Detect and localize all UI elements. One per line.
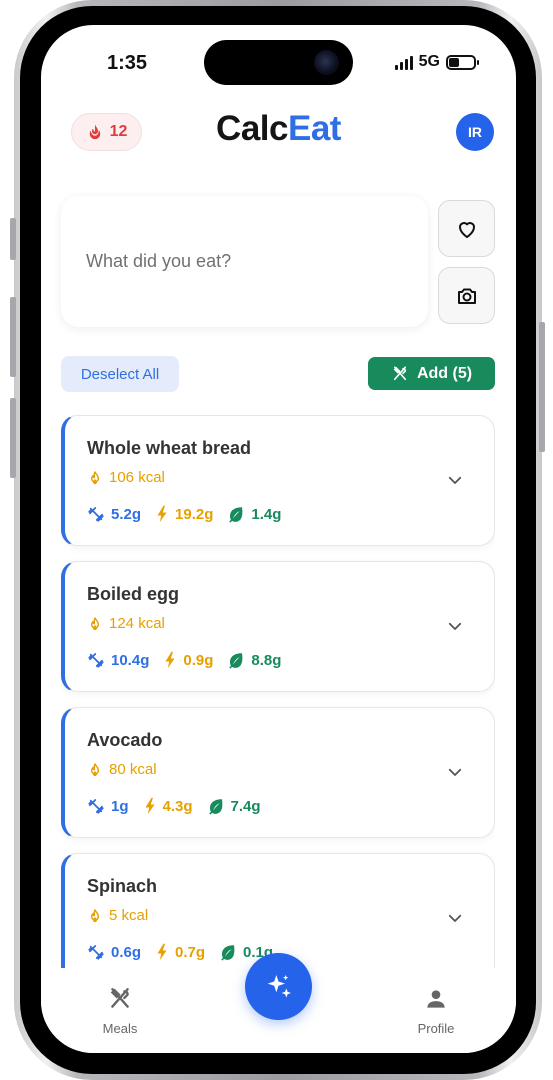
macros-row: 10.4g 0.9g 8.8g [87,651,281,669]
calories-value: 124 kcal [109,615,165,632]
flame-outline-icon [90,616,100,630]
network-type: 5G [418,53,440,70]
carbs-macro: 0.7g [155,943,205,961]
protein-macro: 1g [87,797,129,815]
deselect-all-button[interactable]: Deselect All [61,356,179,392]
dumbbell-icon [88,945,104,960]
power-button [539,322,545,452]
food-card[interactable]: Whole wheat bread 106 kcal 5.2g 19.2g 1.4g [61,415,495,546]
lightning-icon [157,943,167,961]
carbs-macro: 4.3g [143,797,193,815]
protein-macro: 5.2g [87,505,141,523]
food-card[interactable]: Avocado 80 kcal 1g 4.3g 7.4g [61,707,495,838]
food-calories: 106 kcal [87,469,165,486]
app-screen: 1:35 5G 12 CalcEat IR Deselect All Add (… [41,25,516,1053]
add-button[interactable]: Add (5) [368,357,495,390]
calories-value: 106 kcal [109,469,165,486]
carbs-value: 0.9g [183,651,214,669]
utensils-icon [110,988,129,1008]
person-icon [427,990,445,1008]
nav-meals[interactable]: Meals [80,986,160,1036]
battery-icon [446,54,479,70]
camera-lens [314,50,339,75]
food-input[interactable] [61,196,428,327]
leaf-icon [229,507,243,523]
leaf-icon [221,945,235,961]
status-indicators: 5G [394,53,479,71]
add-button-label: Add (5) [416,364,473,382]
carbs-macro: 19.2g [155,505,213,523]
chevron-down-icon[interactable] [446,471,464,489]
nav-profile-label: Profile [417,1021,455,1036]
food-name: Spinach [87,876,158,896]
utensils-icon [393,365,407,380]
dumbbell-icon [88,653,104,668]
volume-down-button [10,398,16,478]
nav-meals-label: Meals [102,1021,138,1036]
camera-icon [457,288,476,304]
app-logo: CalcEat [41,109,516,149]
food-card[interactable]: Spinach 5 kcal 0.6g 0.7g 0.1g [61,853,495,968]
flame-outline-icon [90,908,100,922]
food-name: Whole wheat bread [87,438,252,458]
flame-outline-icon [90,762,100,776]
dynamic-island [204,40,353,85]
flame-outline-icon [90,470,100,484]
dumbbell-icon [88,507,104,522]
status-time: 1:35 [107,52,148,74]
volume-up-button [10,297,16,377]
fat-value: 1.4g [251,505,282,523]
food-list: Whole wheat bread 106 kcal 5.2g 19.2g 1.4g Bo… [61,415,495,968]
carbs-macro: 0.9g [163,651,213,669]
dumbbell-icon [88,799,104,814]
protein-macro: 0.6g [87,943,141,961]
macros-row: 0.6g 0.7g 0.1g [87,943,273,961]
macros-row: 5.2g 19.2g 1.4g [87,505,281,523]
food-name: Avocado [87,730,163,750]
protein-value: 0.6g [111,943,142,961]
calories-value: 5 kcal [109,907,149,924]
food-calories: 124 kcal [87,615,165,632]
protein-value: 5.2g [111,505,142,523]
calories-value: 80 kcal [109,761,157,778]
chevron-down-icon[interactable] [446,617,464,635]
leaf-icon [229,653,243,669]
lightning-icon [165,651,175,669]
carbs-value: 19.2g [175,505,214,523]
ai-assistant-button[interactable] [245,953,312,1020]
fat-macro: 1.4g [227,505,281,523]
fat-macro: 7.4g [207,797,261,815]
action-button [10,218,16,260]
fat-value: 8.8g [251,651,282,669]
nav-profile[interactable]: Profile [396,986,476,1036]
lightning-icon [145,797,155,815]
fat-value: 7.4g [230,797,261,815]
protein-value: 10.4g [111,651,150,669]
protein-macro: 10.4g [87,651,149,669]
food-calories: 80 kcal [87,761,157,778]
lightning-icon [157,505,167,523]
favorites-button[interactable] [438,200,495,257]
chevron-down-icon[interactable] [446,763,464,781]
logo-part-calc: Calc [216,109,288,148]
food-name: Boiled egg [87,584,180,604]
protein-value: 1g [111,797,129,815]
chevron-down-icon[interactable] [446,909,464,927]
sparkles-icon [267,974,291,998]
heart-icon [458,221,475,238]
leaf-icon [208,799,222,815]
macros-row: 1g 4.3g 7.4g [87,797,261,815]
carbs-value: 0.7g [175,943,206,961]
food-card[interactable]: Boiled egg 124 kcal 10.4g 0.9g 8.8g [61,561,495,692]
carbs-value: 4.3g [162,797,193,815]
signal-icon [394,55,413,70]
logo-part-eat: Eat [287,109,341,148]
camera-button[interactable] [438,267,495,324]
fat-macro: 8.8g [227,651,281,669]
avatar[interactable]: IR [456,113,494,151]
food-calories: 5 kcal [87,907,148,924]
